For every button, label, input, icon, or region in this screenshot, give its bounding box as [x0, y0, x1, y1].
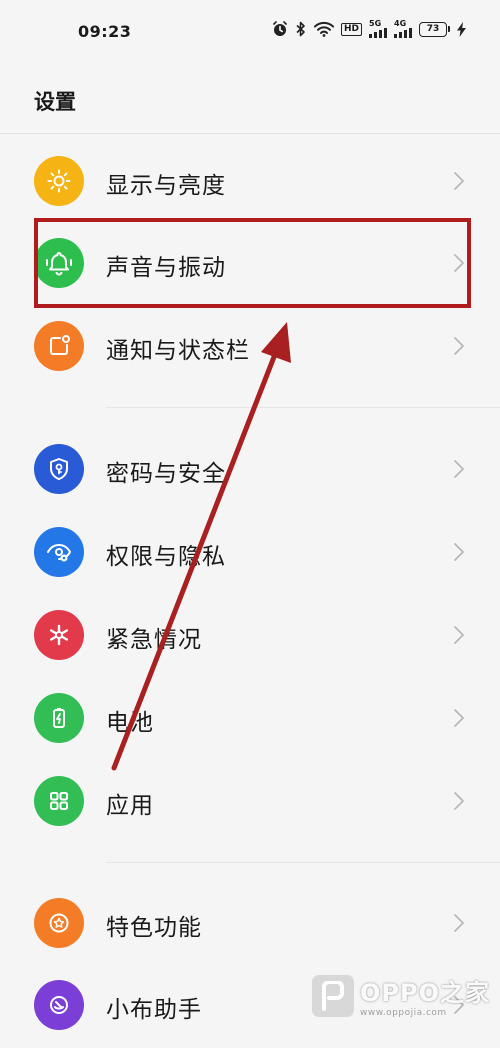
alarm-icon — [272, 21, 288, 37]
apps-grid-icon — [34, 776, 84, 826]
watermark-url: www.oppojia.com — [360, 1008, 447, 1018]
battery-icon — [34, 693, 84, 743]
battery-status-icon: 73 — [419, 21, 450, 37]
settings-item-emergency[interactable]: 紧急情况 — [0, 594, 500, 678]
status-bar: 09:23 HD 5G 4G 73 — [0, 0, 500, 64]
shield-key-icon — [34, 444, 84, 494]
chevron-right-icon — [454, 543, 464, 561]
header-divider — [0, 133, 500, 134]
chevron-right-icon — [454, 914, 464, 932]
charging-icon — [457, 21, 466, 37]
settings-item-sound-vibration[interactable]: 声音与振动 — [0, 222, 500, 306]
settings-item-notification-statusbar[interactable]: 通知与状态栏 — [0, 305, 500, 389]
watermark: OPPO之家 www.oppojia.com — [312, 973, 490, 1018]
settings-item-special-features[interactable]: 特色功能 — [0, 882, 500, 966]
settings-item-label: 声音与振动 — [106, 255, 226, 281]
page-title: 设置 — [34, 90, 76, 114]
star-icon — [34, 898, 84, 948]
settings-item-permission-privacy[interactable]: 权限与隐私 — [0, 511, 500, 595]
status-icons: HD 5G 4G 73 — [272, 20, 466, 38]
wifi-icon — [313, 21, 334, 37]
chevron-right-icon — [454, 626, 464, 644]
settings-item-battery[interactable]: 电池 — [0, 677, 500, 761]
bell-icon — [34, 238, 84, 288]
settings-item-label: 紧急情况 — [106, 627, 202, 653]
chevron-right-icon — [454, 337, 464, 355]
settings-item-label: 显示与亮度 — [106, 173, 226, 199]
hd-icon: HD — [340, 22, 362, 36]
signal-4g-icon: 4G — [394, 20, 412, 38]
settings-item-label: 权限与隐私 — [106, 544, 226, 570]
settings-item-label: 应用 — [106, 793, 154, 819]
group-divider — [106, 407, 500, 408]
signal-5g-icon: 5G — [369, 20, 387, 38]
bluetooth-icon — [295, 21, 307, 37]
chevron-right-icon — [454, 460, 464, 478]
chevron-right-icon — [454, 792, 464, 810]
watermark-text: OPPO之家 — [360, 979, 490, 1007]
settings-item-label: 通知与状态栏 — [106, 338, 250, 364]
chevron-right-icon — [454, 172, 464, 190]
settings-item-label: 密码与安全 — [106, 461, 226, 487]
assistant-icon — [34, 980, 84, 1030]
asterisk-icon — [34, 610, 84, 660]
settings-item-label: 特色功能 — [106, 915, 202, 941]
settings-item-label: 电池 — [106, 710, 154, 736]
settings-item-apps[interactable]: 应用 — [0, 760, 500, 844]
sun-icon — [34, 156, 84, 206]
eye-icon — [34, 527, 84, 577]
status-time: 09:23 — [78, 22, 132, 41]
group-divider — [106, 862, 500, 863]
watermark-logo-icon — [312, 974, 355, 1017]
settings-item-password-security[interactable]: 密码与安全 — [0, 428, 500, 512]
chevron-right-icon — [454, 709, 464, 727]
settings-item-display-brightness[interactable]: 显示与亮度 — [0, 140, 500, 224]
chevron-right-icon — [454, 254, 464, 272]
settings-item-label: 小布助手 — [106, 997, 202, 1023]
notification-icon — [34, 321, 84, 371]
